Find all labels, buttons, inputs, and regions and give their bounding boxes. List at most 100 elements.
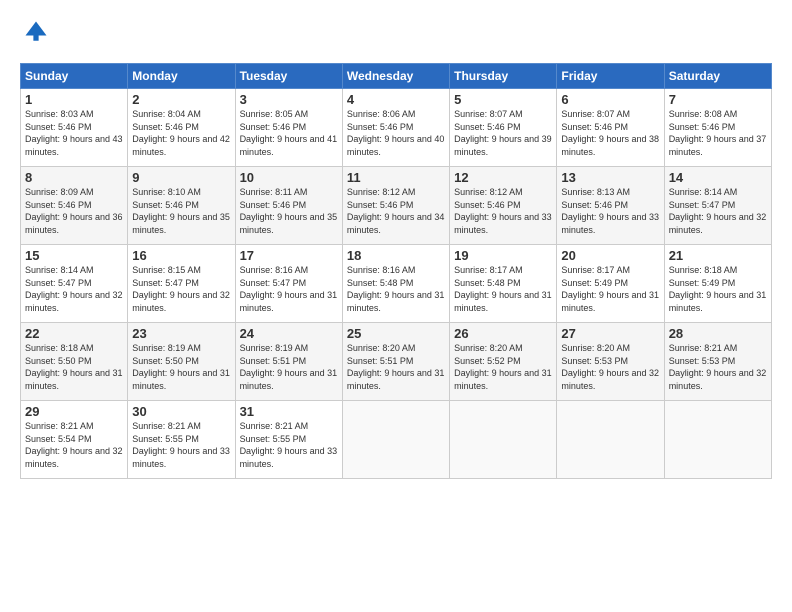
day-number: 15: [25, 248, 123, 263]
day-number: 26: [454, 326, 552, 341]
calendar-cell: 31Sunrise: 8:21 AMSunset: 5:55 PMDayligh…: [235, 401, 342, 479]
day-number: 5: [454, 92, 552, 107]
cell-info: Sunrise: 8:07 AMSunset: 5:46 PMDaylight:…: [561, 108, 659, 158]
day-number: 4: [347, 92, 445, 107]
cell-info: Sunrise: 8:18 AMSunset: 5:49 PMDaylight:…: [669, 264, 767, 314]
weekday-header-wednesday: Wednesday: [342, 64, 449, 89]
day-number: 2: [132, 92, 230, 107]
day-number: 11: [347, 170, 445, 185]
weekday-header-monday: Monday: [128, 64, 235, 89]
cell-info: Sunrise: 8:16 AMSunset: 5:48 PMDaylight:…: [347, 264, 445, 314]
day-number: 18: [347, 248, 445, 263]
day-number: 1: [25, 92, 123, 107]
weekday-header-row: SundayMondayTuesdayWednesdayThursdayFrid…: [21, 64, 772, 89]
calendar-cell: 12Sunrise: 8:12 AMSunset: 5:46 PMDayligh…: [450, 167, 557, 245]
calendar-cell: [664, 401, 771, 479]
calendar-cell: 30Sunrise: 8:21 AMSunset: 5:55 PMDayligh…: [128, 401, 235, 479]
cell-info: Sunrise: 8:13 AMSunset: 5:46 PMDaylight:…: [561, 186, 659, 236]
weekday-header-tuesday: Tuesday: [235, 64, 342, 89]
day-number: 25: [347, 326, 445, 341]
weekday-header-saturday: Saturday: [664, 64, 771, 89]
cell-info: Sunrise: 8:21 AMSunset: 5:54 PMDaylight:…: [25, 420, 123, 470]
calendar-week-row: 1Sunrise: 8:03 AMSunset: 5:46 PMDaylight…: [21, 89, 772, 167]
cell-info: Sunrise: 8:10 AMSunset: 5:46 PMDaylight:…: [132, 186, 230, 236]
cell-info: Sunrise: 8:14 AMSunset: 5:47 PMDaylight:…: [669, 186, 767, 236]
day-number: 29: [25, 404, 123, 419]
weekday-header-friday: Friday: [557, 64, 664, 89]
calendar-cell: 25Sunrise: 8:20 AMSunset: 5:51 PMDayligh…: [342, 323, 449, 401]
calendar-cell: 26Sunrise: 8:20 AMSunset: 5:52 PMDayligh…: [450, 323, 557, 401]
calendar-cell: 7Sunrise: 8:08 AMSunset: 5:46 PMDaylight…: [664, 89, 771, 167]
day-number: 23: [132, 326, 230, 341]
cell-info: Sunrise: 8:15 AMSunset: 5:47 PMDaylight:…: [132, 264, 230, 314]
day-number: 17: [240, 248, 338, 263]
cell-info: Sunrise: 8:19 AMSunset: 5:51 PMDaylight:…: [240, 342, 338, 392]
cell-info: Sunrise: 8:06 AMSunset: 5:46 PMDaylight:…: [347, 108, 445, 158]
calendar-week-row: 8Sunrise: 8:09 AMSunset: 5:46 PMDaylight…: [21, 167, 772, 245]
calendar-cell: 21Sunrise: 8:18 AMSunset: 5:49 PMDayligh…: [664, 245, 771, 323]
cell-info: Sunrise: 8:09 AMSunset: 5:46 PMDaylight:…: [25, 186, 123, 236]
day-number: 3: [240, 92, 338, 107]
logo-icon: [22, 18, 50, 46]
calendar-cell: 28Sunrise: 8:21 AMSunset: 5:53 PMDayligh…: [664, 323, 771, 401]
day-number: 16: [132, 248, 230, 263]
calendar-cell: 17Sunrise: 8:16 AMSunset: 5:47 PMDayligh…: [235, 245, 342, 323]
calendar-cell: 1Sunrise: 8:03 AMSunset: 5:46 PMDaylight…: [21, 89, 128, 167]
calendar-cell: 13Sunrise: 8:13 AMSunset: 5:46 PMDayligh…: [557, 167, 664, 245]
day-number: 19: [454, 248, 552, 263]
cell-info: Sunrise: 8:08 AMSunset: 5:46 PMDaylight:…: [669, 108, 767, 158]
day-number: 8: [25, 170, 123, 185]
cell-info: Sunrise: 8:17 AMSunset: 5:48 PMDaylight:…: [454, 264, 552, 314]
calendar-week-row: 15Sunrise: 8:14 AMSunset: 5:47 PMDayligh…: [21, 245, 772, 323]
calendar-cell: 15Sunrise: 8:14 AMSunset: 5:47 PMDayligh…: [21, 245, 128, 323]
calendar-cell: 24Sunrise: 8:19 AMSunset: 5:51 PMDayligh…: [235, 323, 342, 401]
cell-info: Sunrise: 8:20 AMSunset: 5:52 PMDaylight:…: [454, 342, 552, 392]
cell-info: Sunrise: 8:20 AMSunset: 5:53 PMDaylight:…: [561, 342, 659, 392]
calendar-cell: [557, 401, 664, 479]
calendar-cell: 20Sunrise: 8:17 AMSunset: 5:49 PMDayligh…: [557, 245, 664, 323]
logo: [20, 18, 50, 51]
day-number: 30: [132, 404, 230, 419]
cell-info: Sunrise: 8:07 AMSunset: 5:46 PMDaylight:…: [454, 108, 552, 158]
cell-info: Sunrise: 8:05 AMSunset: 5:46 PMDaylight:…: [240, 108, 338, 158]
day-number: 9: [132, 170, 230, 185]
cell-info: Sunrise: 8:12 AMSunset: 5:46 PMDaylight:…: [347, 186, 445, 236]
calendar-cell: 10Sunrise: 8:11 AMSunset: 5:46 PMDayligh…: [235, 167, 342, 245]
calendar-cell: 9Sunrise: 8:10 AMSunset: 5:46 PMDaylight…: [128, 167, 235, 245]
calendar-cell: 3Sunrise: 8:05 AMSunset: 5:46 PMDaylight…: [235, 89, 342, 167]
calendar-week-row: 22Sunrise: 8:18 AMSunset: 5:50 PMDayligh…: [21, 323, 772, 401]
cell-info: Sunrise: 8:21 AMSunset: 5:55 PMDaylight:…: [240, 420, 338, 470]
calendar-cell: 6Sunrise: 8:07 AMSunset: 5:46 PMDaylight…: [557, 89, 664, 167]
calendar-cell: 29Sunrise: 8:21 AMSunset: 5:54 PMDayligh…: [21, 401, 128, 479]
calendar-week-row: 29Sunrise: 8:21 AMSunset: 5:54 PMDayligh…: [21, 401, 772, 479]
day-number: 13: [561, 170, 659, 185]
cell-info: Sunrise: 8:11 AMSunset: 5:46 PMDaylight:…: [240, 186, 338, 236]
cell-info: Sunrise: 8:16 AMSunset: 5:47 PMDaylight:…: [240, 264, 338, 314]
day-number: 28: [669, 326, 767, 341]
day-number: 14: [669, 170, 767, 185]
calendar-cell: 11Sunrise: 8:12 AMSunset: 5:46 PMDayligh…: [342, 167, 449, 245]
day-number: 20: [561, 248, 659, 263]
calendar-cell: 23Sunrise: 8:19 AMSunset: 5:50 PMDayligh…: [128, 323, 235, 401]
calendar-cell: 19Sunrise: 8:17 AMSunset: 5:48 PMDayligh…: [450, 245, 557, 323]
calendar-table: SundayMondayTuesdayWednesdayThursdayFrid…: [20, 63, 772, 479]
day-number: 7: [669, 92, 767, 107]
cell-info: Sunrise: 8:19 AMSunset: 5:50 PMDaylight:…: [132, 342, 230, 392]
day-number: 24: [240, 326, 338, 341]
calendar-cell: 27Sunrise: 8:20 AMSunset: 5:53 PMDayligh…: [557, 323, 664, 401]
header: [20, 18, 772, 51]
day-number: 31: [240, 404, 338, 419]
cell-info: Sunrise: 8:03 AMSunset: 5:46 PMDaylight:…: [25, 108, 123, 158]
calendar-cell: 8Sunrise: 8:09 AMSunset: 5:46 PMDaylight…: [21, 167, 128, 245]
cell-info: Sunrise: 8:14 AMSunset: 5:47 PMDaylight:…: [25, 264, 123, 314]
day-number: 12: [454, 170, 552, 185]
calendar-cell: [342, 401, 449, 479]
calendar-cell: [450, 401, 557, 479]
calendar-cell: 2Sunrise: 8:04 AMSunset: 5:46 PMDaylight…: [128, 89, 235, 167]
day-number: 21: [669, 248, 767, 263]
day-number: 10: [240, 170, 338, 185]
cell-info: Sunrise: 8:04 AMSunset: 5:46 PMDaylight:…: [132, 108, 230, 158]
weekday-header-sunday: Sunday: [21, 64, 128, 89]
day-number: 6: [561, 92, 659, 107]
cell-info: Sunrise: 8:21 AMSunset: 5:55 PMDaylight:…: [132, 420, 230, 470]
